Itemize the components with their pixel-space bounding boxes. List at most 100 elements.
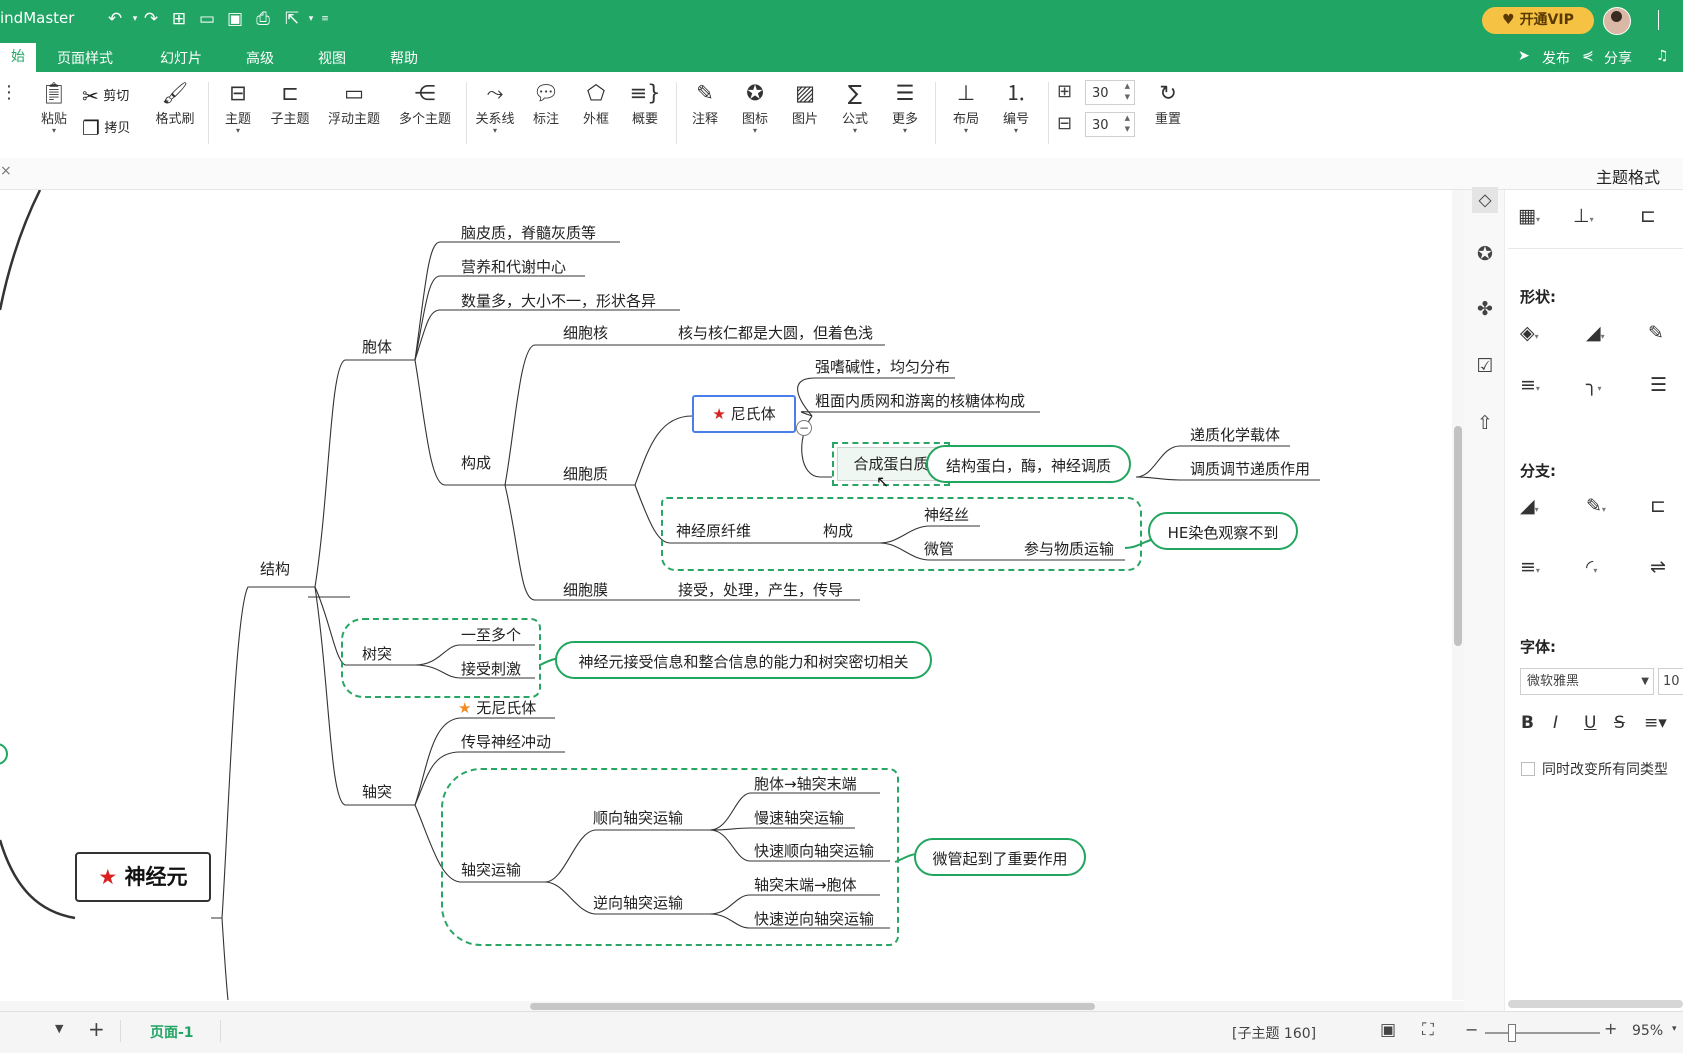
node-retrograde-item[interactable]: 轴突末端→胞体	[754, 874, 857, 895]
style-tab-icon[interactable]: ⬦	[1472, 187, 1498, 213]
branch-connector-icon[interactable]: ⊏	[1640, 205, 1656, 227]
font-size-select[interactable]: 10	[1658, 668, 1683, 695]
new-icon[interactable]: ⊞	[168, 8, 190, 30]
branch-edit-icon[interactable]: ✎▾	[1586, 495, 1606, 517]
formula-button[interactable]: ∑ 公式 ▾	[827, 78, 883, 135]
task-tab-icon[interactable]: ☑	[1472, 353, 1498, 379]
menu-help[interactable]: 帮助	[390, 48, 418, 68]
menu-view[interactable]: 视图	[318, 48, 346, 68]
node-axon-transport[interactable]: 轴突运输	[461, 859, 521, 880]
publish-button[interactable]: 发布	[1542, 48, 1570, 68]
same-type-checkbox[interactable]	[1521, 762, 1535, 776]
node-structure[interactable]: 结构	[260, 558, 290, 579]
node-anterograde-item[interactable]: 快速顺向轴突运输	[754, 840, 874, 861]
node-axon-no-nissl[interactable]: ★ 无尼氏体	[458, 697, 536, 718]
fit-page-icon[interactable]: ▣	[1380, 1020, 1396, 1040]
avatar[interactable]	[1603, 7, 1631, 35]
strikethrough-button[interactable]: S	[1614, 713, 1625, 733]
paste-button[interactable]: 📋︎ 粘贴 ▾	[26, 78, 82, 135]
numbering-button[interactable]: ⒈ 编号 ▾	[988, 78, 1044, 135]
node-transport[interactable]: 参与物质运输	[1024, 538, 1114, 559]
node-nissl-item[interactable]: 粗面内质网和游离的核糖体构成	[815, 390, 1025, 411]
subtopic-button[interactable]: ⊏ 子主题	[262, 78, 318, 127]
node-retrograde[interactable]: 逆向轴突运输	[593, 892, 683, 913]
callout-button[interactable]: 💬︎ 标注	[518, 78, 574, 127]
reset-button[interactable]: ↻ 重置	[1140, 78, 1196, 127]
stepper-arrows-icon[interactable]: ▲ ▼	[1125, 113, 1130, 135]
boundary-button[interactable]: ⬠ 外框	[568, 78, 624, 127]
node-root[interactable]: ★ 神经元	[75, 852, 211, 902]
note-button[interactable]: ✎ 注释	[677, 78, 733, 127]
callout-microtubule[interactable]: 微管起到了重要作用	[914, 838, 1086, 876]
node-neurofibril[interactable]: 神经原纤维	[676, 520, 751, 541]
zoom-out-icon[interactable]: −	[1465, 1020, 1478, 1039]
node-axon[interactable]: 轴突	[362, 781, 392, 802]
underline-button[interactable]: U	[1584, 713, 1596, 733]
node-anterograde-item[interactable]: 胞体→轴突末端	[754, 773, 857, 794]
publish-icon[interactable]: ➤	[1518, 48, 1530, 64]
node-soma-item[interactable]: 营养和代谢中心	[461, 256, 566, 277]
menu-advanced[interactable]: 高级	[246, 48, 274, 68]
node-dendrite-item[interactable]: 接受刺激	[461, 658, 521, 679]
node-soma-item[interactable]: 脑皮质，脊髓灰质等	[461, 222, 596, 243]
print-icon[interactable]: ⎙	[252, 8, 274, 30]
undo-icon[interactable]: ↶	[104, 8, 126, 30]
layout-grid-icon[interactable]: ▦▾	[1518, 205, 1540, 227]
share-icon[interactable]: ⋞	[1582, 48, 1594, 64]
image-button[interactable]: ▨ 图片	[777, 78, 833, 127]
node-nucleus[interactable]: 细胞核	[563, 322, 608, 343]
zoom-dropdown-icon[interactable]: ▾	[1672, 1024, 1677, 1034]
branch-weight-icon[interactable]: ≡▾	[1520, 556, 1540, 578]
horizontal-scroll-thumb[interactable]	[530, 1003, 1095, 1010]
partial-tool-icon[interactable]: ⋮	[0, 82, 18, 103]
node-axon-item[interactable]: 传导神经冲动	[461, 731, 551, 752]
node-nissl-item[interactable]: 强嗜碱性，均匀分布	[815, 356, 950, 377]
node-retrograde-item[interactable]: 快速逆向轴突运输	[754, 908, 874, 929]
stepper-arrows-icon[interactable]: ▲ ▼	[1125, 81, 1130, 103]
vip-button[interactable]: ♥ 开通VIP	[1482, 7, 1594, 34]
corner-style-icon[interactable]: ╮▾	[1586, 374, 1601, 396]
callout-he-stain[interactable]: HE染色观察不到	[1148, 512, 1298, 550]
vertical-scroll-thumb[interactable]	[1454, 426, 1462, 646]
line-dash-icon[interactable]: ☰	[1650, 374, 1667, 396]
multi-topic-button[interactable]: ⋲ 多个主题	[393, 78, 457, 127]
node-protein-sub[interactable]: 调质调节递质作用	[1190, 458, 1310, 479]
callout-dendrite[interactable]: 神经元接受信息和整合信息的能力和树突密切相关	[555, 641, 932, 679]
node-membrane-desc[interactable]: 接受，处理，产生，传导	[678, 579, 843, 600]
icon-button[interactable]: ✪ 图标 ▾	[727, 78, 783, 135]
format-brush-button[interactable]: 🖌︎ 格式刷	[147, 78, 203, 127]
layout-button[interactable]: ⊥ 布局 ▾	[938, 78, 994, 135]
menu-page-style[interactable]: 页面样式	[57, 48, 113, 68]
more-icon[interactable]: ≡	[314, 8, 336, 30]
fullscreen-icon[interactable]: ⛶	[1422, 1020, 1434, 1040]
open-icon[interactable]: ▭	[196, 8, 218, 30]
node-nissl-body[interactable]: ★ 尼氏体	[692, 395, 796, 433]
upload-tab-icon[interactable]: ⇧	[1472, 410, 1498, 436]
border-edit-icon[interactable]: ✎	[1648, 322, 1664, 344]
branch-fill-icon[interactable]: ◢▾	[1520, 495, 1539, 517]
page-tab[interactable]: 页面-1	[150, 1022, 194, 1042]
vertical-spacing-stepper[interactable]: 30 ▲ ▼	[1085, 112, 1135, 137]
node-composition[interactable]: 构成	[461, 452, 491, 473]
branch-arrange-icon[interactable]: ⇌	[1650, 556, 1666, 578]
copy-button[interactable]: ❐ 拷贝	[82, 116, 152, 140]
zoom-slider-track[interactable]	[1485, 1032, 1600, 1034]
node-soma-item[interactable]: 数量多，大小不一，形状各异	[461, 290, 656, 311]
sticker-tab-icon[interactable]: ✪	[1472, 241, 1498, 267]
node-anterograde[interactable]: 顺向轴突运输	[593, 807, 683, 828]
vertical-scrollbar[interactable]	[1452, 190, 1464, 1000]
branch-connector-style-icon[interactable]: ⊏	[1650, 495, 1666, 517]
node-membrane[interactable]: 细胞膜	[563, 579, 608, 600]
node-neurofibril-composition[interactable]: 构成	[823, 520, 853, 541]
line-weight-icon[interactable]: ≡▾	[1520, 374, 1540, 396]
callout-structural-protein[interactable]: 结构蛋白，酶，神经调质	[926, 445, 1131, 483]
node-soma[interactable]: 胞体	[362, 336, 392, 357]
node-cytoplasm[interactable]: 细胞质	[563, 463, 608, 484]
zoom-level[interactable]: 95%	[1632, 1023, 1663, 1039]
node-neurofilament[interactable]: 神经丝	[924, 504, 969, 525]
more-button[interactable]: ☰ 更多 ▾	[877, 78, 933, 135]
close-tab-icon[interactable]: ×	[0, 163, 12, 179]
node-dendrite-item[interactable]: 一至多个	[461, 624, 521, 645]
node-dendrite[interactable]: 树突	[362, 643, 392, 664]
zoom-slider-handle[interactable]	[1508, 1024, 1516, 1042]
